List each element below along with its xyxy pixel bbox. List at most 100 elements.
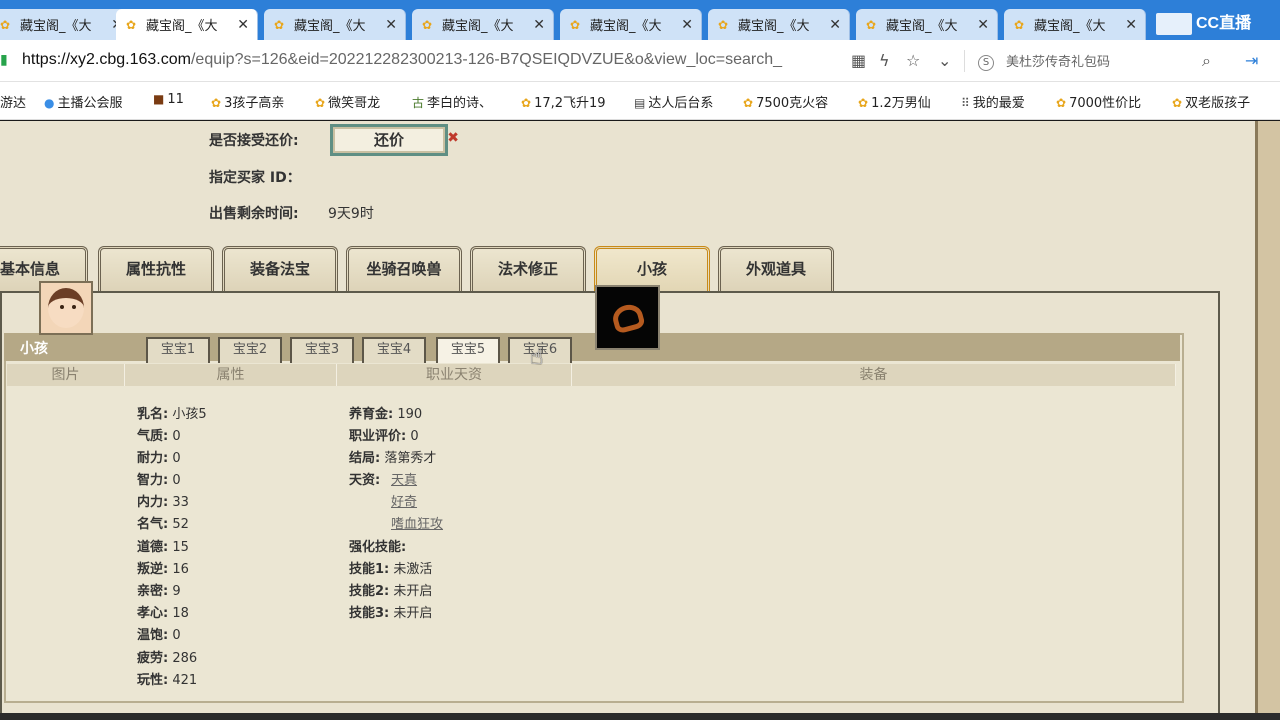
bookmark-icon: ✿ [1056,96,1067,110]
browser-tab-title: 藏宝阁_《大 [442,19,514,34]
tab-baby-2[interactable]: 宝宝2 [218,337,282,363]
bookmark-item[interactable]: ■ 11 [153,92,184,107]
attr-row: 内力: 33 [137,491,189,510]
close-icon[interactable]: ✕ [385,17,397,33]
tab-spell-correction[interactable]: 法术修正 [470,246,586,292]
search-icon[interactable]: ⌕ [1202,51,1211,71]
close-icon[interactable]: ✕ [237,17,249,33]
bookmark-item[interactable]: 古李白的诗、 [412,92,492,111]
skill-key: 技能3: [349,606,390,621]
enhance-skill-key: 强化技能: [349,540,407,555]
secure-lock-icon: ▮ [0,52,8,68]
ending-row: 结局: 落第秀才 [349,447,436,466]
talent-link[interactable]: 好奇 [391,491,417,510]
attr-key: 温饱: [137,628,169,643]
attr-row: 温饱: 0 [137,624,181,643]
close-icon[interactable]: ✕ [977,17,989,33]
bookmark-item[interactable]: ✿ 1.2万男仙 [858,92,931,111]
attr-row: 叛逆: 16 [137,558,189,577]
attr-row: 疲劳: 286 [137,647,197,666]
bookmark-item[interactable]: ⠿ 我的最爱 [961,92,1025,111]
bookmark-label: 达人后台系 [648,96,714,111]
browser-tab[interactable]: ✿ 藏宝阁_《大 ✕ [560,9,702,40]
tab-appearance[interactable]: 外观道具 [718,246,834,292]
browser-tab[interactable]: ✿藏宝阁_《大✕ [0,9,132,40]
raise-gold-key: 养育金: [349,407,394,422]
star-icon[interactable]: ☆ [906,51,920,70]
site-favicon-icon: ✿ [422,17,433,32]
attr-value: 0 [172,628,181,643]
chevron-down-icon[interactable]: ⌄ [938,51,951,70]
attr-value: 33 [172,495,189,510]
bookmark-item[interactable]: ✿ 3孩子高亲 [211,92,284,111]
raise-gold-value: 190 [397,407,423,422]
bookmark-label: 主播公会服 [57,96,123,111]
bookmark-item[interactable]: ✿ 17,2飞升19 [521,92,606,111]
bookmark-icon: ● [44,96,55,110]
url-field[interactable]: https://xy2.cbg.163.com/equip?s=126&eid=… [22,51,782,69]
talent-link[interactable]: 天真 [391,469,417,488]
counter-offer-label: 还价 [373,131,404,149]
bookmarks-bar: 游达 ● 主播公会服 ■ 11 ✿ 3孩子高亲 ✿ 微笑哥龙 古李白的诗、 ✿ 17,2飞… [0,82,1280,120]
column-header-attributes: 属性 [125,364,337,386]
tab-baby-1[interactable]: 宝宝1 [146,337,210,363]
job-rating-row: 职业评价: 0 [349,425,419,444]
tab-attributes[interactable]: 属性抗性 [98,246,214,292]
browser-tab-title: 藏宝阁_《大 [590,19,662,34]
talent-link[interactable]: 嗜血狂攻 [391,513,443,532]
bookmark-icon: ✿ [521,96,532,110]
bookmark-item[interactable]: ● 主播公会服 [44,92,123,111]
close-icon[interactable]: ✕ [1125,17,1137,33]
attr-value: 0 [172,451,181,466]
browser-tab[interactable]: ✿藏宝阁_《大✕ [1004,9,1146,40]
remaining-time-label: 出售剩余时间: [209,206,299,222]
browser-tab[interactable]: ✿藏宝阁_《大✕ [264,9,406,40]
lightning-icon[interactable]: ϟ [879,51,890,70]
browser-tab-active[interactable]: ✿ 藏宝阁_《大 ✕ [116,9,258,40]
skill-value: 未激活 [393,562,433,577]
browser-tab[interactable]: ✿藏宝阁_《大✕ [856,9,998,40]
tab-baby-4[interactable]: 宝宝4 [362,337,426,363]
kid-avatar [39,281,93,335]
equipment-slot-belt[interactable] [595,285,660,350]
browser-tab-title: 藏宝阁_《大 [1034,19,1106,34]
bookmark-icon: ▤ [634,96,646,110]
close-icon[interactable]: ✕ [533,17,545,33]
tab-baby-3[interactable]: 宝宝3 [290,337,354,363]
kid-eye [72,305,76,309]
talent-key: 天资: [349,473,381,488]
bookmark-item[interactable]: ✿ 7000性价比 [1056,92,1141,111]
new-tab-button[interactable] [1156,13,1192,35]
tab-equipment[interactable]: 装备法宝 [222,246,338,292]
page-right-border [1255,121,1280,713]
bookmark-item[interactable]: ✿ 7500克火容 [743,92,828,111]
qr-code-icon[interactable]: ▦ [851,51,866,70]
tab-mounts-pets[interactable]: 坐骑召唤兽 [346,246,462,292]
login-icon[interactable]: ⇥ [1245,51,1258,70]
browser-tab[interactable]: ✿藏宝阁_《大✕ [708,9,850,40]
bookmark-item[interactable]: ✿ 双老版孩子 [1172,92,1250,111]
attr-row: 气质: 0 [137,425,181,444]
close-icon[interactable]: ✕ [681,17,693,33]
skill-key: 技能2: [349,584,390,599]
attr-value: 16 [172,562,189,577]
attr-key: 叛逆: [137,562,169,577]
search-input[interactable]: S 美杜莎传奇礼包码 [978,51,1110,71]
browser-tab[interactable]: ✿ 藏宝阁_《大 ✕ [412,9,554,40]
attr-value: 0 [172,473,181,488]
site-favicon-icon: ✿ [570,17,581,32]
bookmark-item[interactable]: ✿ 微笑哥龙 [315,92,380,111]
close-icon[interactable]: ✕ [829,17,841,33]
kid-face [48,288,84,328]
counter-offer-button[interactable]: 还价 ✖ [330,124,459,156]
bookmark-item[interactable]: 游达 [0,92,26,111]
attr-value: 15 [172,540,189,555]
attr-key: 亲密: [137,584,169,599]
browser-tab-title: 藏宝阁_《大 [886,19,958,34]
tab-baby-5[interactable]: 宝宝5 [436,337,500,363]
apps-grid-icon: ⠿ [961,96,970,110]
pin-icon: ✖ [447,130,459,146]
bookmark-icon: ✿ [211,96,222,110]
attr-key: 孝心: [137,606,169,621]
bookmark-item[interactable]: ▤ 达人后台系 [634,92,713,111]
